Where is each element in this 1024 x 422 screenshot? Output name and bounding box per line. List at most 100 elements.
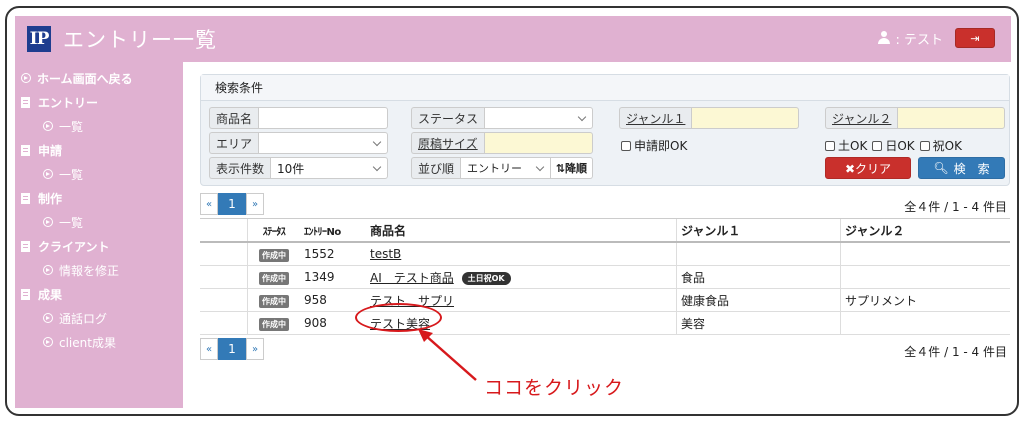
product-name-group: 商品名	[209, 107, 388, 129]
per-page-label: 表示件数	[209, 157, 271, 179]
pagination-prev[interactable]: «	[200, 193, 218, 215]
checkbox-box[interactable]	[919, 140, 930, 151]
col-header-status[interactable]: ｽﾃｰﾀｽ	[248, 223, 300, 238]
sidebar-item-home[interactable]: ホーム画面へ戻る	[15, 66, 183, 90]
table-row[interactable]: 作成中 1552 testB	[200, 243, 1010, 266]
entry-no-cell: 1349	[304, 270, 335, 284]
result-count: 全４件 / 1 - 4 件目	[904, 200, 1007, 214]
sort-arrows-icon: ⇅	[555, 161, 565, 175]
status-badge: 作成中	[259, 294, 289, 308]
product-link[interactable]: testB	[370, 247, 401, 261]
sidebar-item-call-log[interactable]: 通話ログ	[15, 306, 183, 330]
sidebar-item-label: 情報を修正	[59, 263, 120, 278]
area-group: エリア	[209, 132, 388, 154]
genre1-group: ジャンル１	[619, 107, 799, 129]
app-logo[interactable]: IP	[27, 26, 51, 52]
genre2-link[interactable]: ジャンル２	[825, 107, 898, 129]
table-row[interactable]: 作成中 908 テスト美容 美容	[200, 312, 1010, 335]
manuscript-size-input[interactable]	[483, 132, 593, 154]
sidebar-item-label: クライアント	[38, 239, 110, 254]
pagination-top: « 1 »	[200, 193, 264, 215]
holiday-ok-checkbox[interactable]: 祝OK	[919, 137, 962, 154]
sort-direction-button[interactable]: ⇅ 降順	[550, 157, 593, 179]
pagination-page-1[interactable]: 1	[218, 338, 246, 360]
search-panel-title: 検索条件	[201, 75, 1009, 101]
sidebar-item-label: client成果	[59, 335, 116, 350]
sidebar-section-results[interactable]: 成果	[15, 282, 183, 306]
col-header-genre1[interactable]: ジャンル１	[676, 219, 840, 241]
sidebar-section-entry[interactable]: エントリー	[15, 90, 183, 114]
sort-select[interactable]: エントリー	[460, 157, 551, 179]
arrow-circle-icon	[21, 73, 31, 83]
sidebar-item-label: 制作	[38, 191, 63, 206]
pagination-bottom: « 1 »	[200, 338, 264, 360]
genre1-cell	[676, 243, 840, 265]
checkbox-box[interactable]	[872, 140, 883, 151]
annotation-text: ココをクリック	[484, 377, 625, 399]
per-page-select[interactable]: 10件	[270, 157, 388, 179]
sidebar-section-application[interactable]: 申請	[15, 138, 183, 162]
sidebar-item-production-list[interactable]: 一覧	[15, 210, 183, 234]
col-header-genre2[interactable]: ジャンル２	[840, 219, 1010, 241]
search-button[interactable]: 🔍︎ 検 索	[918, 157, 1005, 179]
col-header-product[interactable]: 商品名	[366, 222, 676, 239]
sidebar-item-client-results[interactable]: client成果	[15, 330, 183, 354]
logout-button[interactable]: ⇥	[955, 28, 995, 48]
weekend-ok-badge: 土日祝OK	[461, 271, 511, 285]
row-spacer	[200, 243, 248, 265]
book-icon	[21, 288, 30, 300]
user-name: : テスト	[895, 32, 943, 48]
book-icon	[21, 240, 30, 252]
table-header-blank	[200, 219, 248, 241]
status-select[interactable]	[484, 107, 593, 129]
table-row[interactable]: 作成中 1349 AI テスト商品 土日祝OK 食品	[200, 266, 1010, 289]
apply-ok-checkbox[interactable]: 申請即OK	[621, 137, 687, 154]
genre2-input[interactable]	[897, 107, 1005, 129]
pagination-next[interactable]: »	[246, 193, 264, 215]
sidebar-item-label: 成果	[38, 287, 63, 302]
sidebar-item-entry-list[interactable]: 一覧	[15, 114, 183, 138]
sort-direction-label: 降順	[565, 162, 587, 175]
product-name-input[interactable]	[258, 107, 388, 129]
genre1-input[interactable]	[691, 107, 799, 129]
product-cell: AI テスト商品 土日祝OK	[366, 269, 676, 286]
row-spacer	[200, 289, 248, 311]
apply-ok-label: 申請即OK	[634, 139, 688, 153]
sun-ok-checkbox[interactable]: 日OK	[872, 137, 915, 154]
genre2-cell	[840, 312, 1010, 334]
pagination-next[interactable]: »	[246, 338, 264, 360]
status-cell: 作成中	[248, 316, 300, 331]
sort-label: 並び順	[411, 157, 461, 179]
sidebar-item-client-edit[interactable]: 情報を修正	[15, 258, 183, 282]
area-select[interactable]	[258, 132, 388, 154]
status-badge: 作成中	[259, 317, 289, 331]
entry-no-cell: 958	[304, 293, 327, 307]
book-icon	[21, 192, 30, 204]
table-row[interactable]: 作成中 958 テスト サプリ 健康食品 サプリメント	[200, 289, 1010, 312]
status-cell: 作成中	[248, 247, 300, 262]
genre2-cell	[840, 243, 1010, 265]
col-header-entry-no[interactable]: ｴﾝﾄﾘｰNo	[300, 223, 366, 238]
sidebar-section-production[interactable]: 制作	[15, 186, 183, 210]
genre1-link[interactable]: ジャンル１	[619, 107, 692, 129]
sidebar-item-label: 一覧	[59, 119, 84, 134]
sidebar-item-application-list[interactable]: 一覧	[15, 162, 183, 186]
clear-button[interactable]: ✖クリア	[825, 157, 911, 179]
pagination-prev[interactable]: «	[200, 338, 218, 360]
sign-out-icon: ⇥	[970, 31, 980, 45]
sidebar-item-label: ホーム画面へ戻る	[37, 71, 133, 86]
sidebar-item-label: エントリー	[38, 95, 99, 110]
status-badge: 作成中	[259, 271, 289, 285]
header-user-area: : テスト ⇥	[877, 28, 995, 48]
sidebar-section-client[interactable]: クライアント	[15, 234, 183, 258]
book-icon	[21, 144, 30, 156]
sidebar-item-label: 申請	[38, 143, 63, 158]
checkbox-box[interactable]	[825, 140, 835, 151]
product-link[interactable]: AI テスト商品	[370, 271, 454, 285]
sidebar-item-label: 通話ログ	[59, 311, 108, 326]
checkbox-box[interactable]	[621, 140, 631, 151]
pagination-page-1[interactable]: 1	[218, 193, 246, 215]
sat-ok-label: 土OK	[838, 139, 868, 153]
sat-ok-checkbox[interactable]: 土OK	[825, 137, 867, 154]
manuscript-size-link[interactable]: 原稿サイズ	[411, 132, 484, 154]
